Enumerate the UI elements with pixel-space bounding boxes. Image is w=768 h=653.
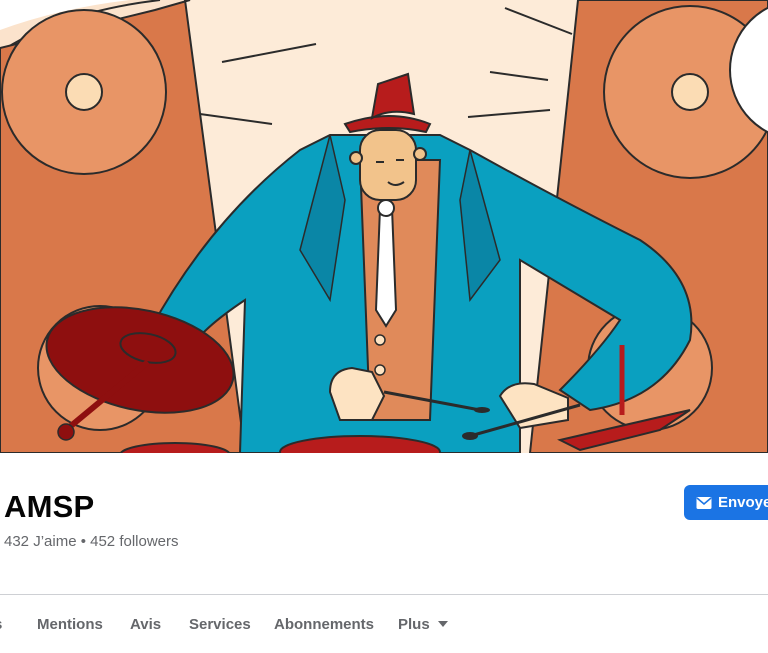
tab-abonnements[interactable]: Abonnements <box>274 616 374 633</box>
tab-plus[interactable]: Plus <box>398 616 448 633</box>
tab-mentions[interactable]: Mentions <box>37 616 103 633</box>
cover-photo[interactable] <box>0 0 768 453</box>
page-tabs: s Mentions Avis Services Abonnements Plu… <box>0 595 768 653</box>
page-stats: 432 J’aime • 452 followers <box>4 533 179 550</box>
page-header: AMSP 432 J’aime • 452 followers Envoyer … <box>0 453 768 653</box>
page-title: AMSP <box>4 489 95 524</box>
caret-down-icon <box>437 621 448 628</box>
tab-avis[interactable]: Avis <box>130 616 161 633</box>
drummer-illustration <box>0 0 768 453</box>
tab-services[interactable]: Services <box>189 616 251 633</box>
tab-truncated[interactable]: s <box>0 616 2 633</box>
send-message-button[interactable]: Envoyer <box>684 485 768 520</box>
messenger-envelope-icon <box>696 496 712 510</box>
send-message-label: Envoyer <box>718 494 768 511</box>
